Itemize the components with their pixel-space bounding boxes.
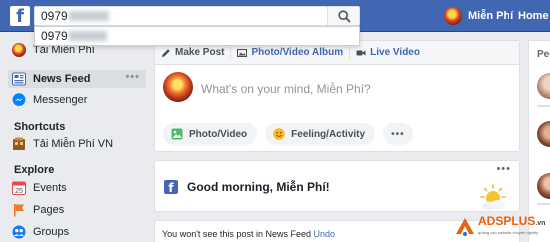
profile-link[interactable]: Miễn Phí: [444, 7, 513, 25]
search-suggestion-text: 0979: [41, 29, 68, 43]
smiley-icon: [273, 128, 285, 140]
search-suggestion[interactable]: 0979: [34, 26, 360, 46]
photo-icon: [171, 128, 183, 140]
sidebar-item-shortcut[interactable]: Tải Miễn Phí VN: [12, 136, 113, 152]
undo-link[interactable]: Undo: [314, 229, 336, 239]
pencil-icon: [162, 48, 170, 57]
photo-video-label: Photo/Video: [189, 128, 248, 140]
news-feed-icon: [12, 72, 26, 86]
suggestion-name-placeholder: [537, 105, 550, 107]
more-options-icon: •••: [391, 128, 405, 140]
page-shortcut-icon: [12, 137, 26, 151]
left-sidebar: Tải Miễn Phí News Feed ••• Messenger Sho…: [0, 32, 148, 242]
tab-label: Photo/Video Album: [251, 47, 344, 58]
feeling-activity-button[interactable]: Feeling/Activity: [265, 123, 376, 145]
video-camera-icon: [356, 50, 366, 55]
tab-make-post[interactable]: Make Post: [161, 47, 224, 58]
sidebar-item-label: Groups: [33, 226, 70, 238]
composer-input[interactable]: What's on your mind, Miễn Phí?: [201, 82, 371, 96]
suggestion-name-placeholder: [537, 203, 550, 205]
greeting-card: ••• f Good morning, Miễn Phí!: [154, 160, 520, 212]
profile-name: Miễn Phí: [468, 10, 514, 22]
search-button[interactable]: [328, 6, 360, 26]
sun-cloud-icon: [480, 184, 506, 211]
sidebar-item-events[interactable]: 25 Events: [12, 180, 67, 196]
search-input[interactable]: 0979: [34, 6, 328, 26]
avatar[interactable]: [537, 121, 550, 147]
more-options-button[interactable]: •••: [383, 123, 413, 145]
adsplus-watermark: ADSPLUS.vn quảng cáo website chuyên nghi…: [454, 214, 545, 242]
explore-heading: Explore: [14, 164, 55, 176]
feeling-activity-label: Feeling/Activity: [291, 128, 366, 140]
flag-icon: [12, 203, 26, 217]
home-link[interactable]: Home: [518, 10, 549, 22]
greeting-text: Good morning, Miễn Phí!: [187, 180, 330, 194]
sidebar-item-label: News Feed: [33, 73, 91, 85]
tab-label: Make Post: [175, 47, 225, 58]
avatar: [12, 43, 26, 57]
tab-live-video[interactable]: Live Video: [356, 47, 420, 58]
nav-divider: [509, 9, 510, 23]
photo-video-button[interactable]: Photo/Video: [163, 123, 258, 145]
people-you-may-know-panel: Peo: [528, 40, 550, 242]
post-composer: Make Post Photo/Video Album Live Video W…: [154, 40, 520, 152]
sidebar-item-groups[interactable]: Groups: [12, 224, 69, 240]
avatar[interactable]: [537, 73, 550, 99]
tab-divider: [230, 46, 232, 59]
redacted-digits: [68, 31, 107, 41]
search-icon: [338, 10, 351, 23]
sidebar-item-label: Messenger: [33, 94, 88, 106]
photo-album-icon: [237, 48, 248, 57]
tab-divider: [349, 46, 351, 59]
sidebar-item-pages[interactable]: Pages: [12, 202, 64, 218]
watermark-tld: .vn: [535, 220, 546, 227]
facebook-logo-icon: f: [164, 180, 178, 194]
avatar[interactable]: [163, 72, 193, 102]
svg-text:25: 25: [15, 188, 23, 195]
search-input-value: 0979: [41, 9, 68, 23]
hidden-post-message: You won't see this post in News Feed: [162, 229, 311, 239]
redacted-digits: [68, 11, 109, 21]
sidebar-item-label: Tải Miễn Phí VN: [33, 138, 114, 150]
watermark-brand: ADSPLUS.vn: [478, 214, 545, 231]
composer-actions: Photo/Video Feeling/Activity •••: [163, 123, 421, 145]
groups-icon: [12, 225, 26, 239]
avatar: [444, 7, 462, 25]
sidebar-item-messenger[interactable]: Messenger: [12, 92, 87, 108]
watermark-brand-text: ADSPLUS: [478, 214, 536, 228]
adsplus-logo-icon: [456, 218, 474, 236]
more-options-icon[interactable]: •••: [496, 163, 511, 175]
sidebar-item-news-feed[interactable]: News Feed •••: [8, 70, 146, 88]
sidebar-item-label: Events: [33, 182, 67, 194]
watermark-tagline: quảng cáo website chuyên nghiệp: [478, 230, 539, 235]
shortcuts-heading: Shortcuts: [14, 121, 66, 133]
facebook-logo-icon[interactable]: f: [10, 6, 30, 26]
avatar[interactable]: [537, 173, 550, 199]
messenger-icon: [12, 93, 26, 107]
tab-label: Live Video: [370, 47, 420, 58]
more-options-icon[interactable]: •••: [125, 71, 140, 83]
tab-photo-video-album[interactable]: Photo/Video Album: [237, 47, 343, 58]
calendar-icon: 25: [12, 181, 26, 195]
sidebar-item-label: Pages: [33, 204, 65, 216]
panel-heading: Peo: [537, 49, 550, 60]
